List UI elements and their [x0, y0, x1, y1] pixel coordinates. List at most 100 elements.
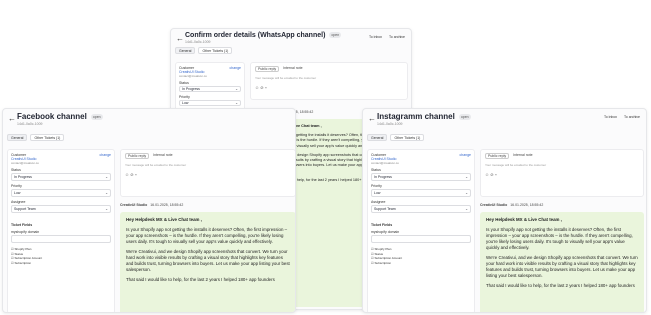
- message-paragraph: That said I would like to help, for the …: [126, 277, 275, 282]
- ticket-title: Facebook channel open: [17, 112, 103, 121]
- back-arrow-icon[interactable]: ←: [368, 114, 376, 123]
- chevron-down-icon: ⌄: [105, 175, 108, 179]
- ticket-sidebar: Customer change CreativUI Studio contact…: [367, 149, 475, 312]
- change-customer-link[interactable]: change: [230, 66, 241, 70]
- tab-internal-note[interactable]: Internal note: [513, 153, 532, 159]
- priority-select[interactable]: Low ⌄: [371, 189, 471, 197]
- message-meta: CreativUI Studio16.01.2025, 18:55:42: [120, 203, 184, 207]
- assignee-select[interactable]: Support Team⌄: [11, 205, 111, 213]
- status-badge: open: [458, 113, 471, 120]
- message-bubble: Hey Helpdesk MX & Live Chat team , Is yo…: [120, 212, 295, 312]
- message-paragraph: Is your Shopify app not getting the inst…: [126, 227, 288, 244]
- message-paragraph: That said I would like to help, for the …: [486, 283, 635, 288]
- paperclip-icon[interactable]: ⌁: [265, 85, 267, 90]
- to-inbox-button[interactable]: To inbox: [369, 35, 382, 39]
- shop-domain-input[interactable]: [371, 235, 471, 243]
- priority-select[interactable]: Low ⌄: [11, 189, 111, 197]
- message-paragraph: We're Creativui, and we design Shopify a…: [486, 255, 638, 278]
- chevron-down-icon: ⌄: [465, 207, 468, 211]
- chevron-down-icon: ⌄: [465, 175, 468, 179]
- checkbox-subscription[interactable]: ☑ Subscription: [371, 261, 471, 266]
- status-select[interactable]: In Progress ⌄: [179, 86, 241, 92]
- change-customer-link[interactable]: change: [100, 153, 111, 157]
- tab-public-reply[interactable]: Public reply: [125, 153, 150, 159]
- to-archive-button[interactable]: To archive: [624, 115, 640, 119]
- tab-other-tickets[interactable]: Other Tickets (1): [390, 134, 425, 141]
- ticket-id: 14d1-0a0c-1009: [17, 122, 43, 126]
- ticket-window-instagram: ← Instagramm channel open 14d1-0a0c-1009 …: [362, 108, 647, 313]
- priority-select[interactable]: Low ⌄: [179, 100, 241, 106]
- reply-box: Public reply Internal note Your message …: [250, 62, 408, 100]
- checkbox-subscription[interactable]: ☑ Subscription: [11, 261, 111, 266]
- ticket-tabs: General Other Tickets (1): [7, 134, 65, 141]
- chevron-down-icon: ⌄: [105, 191, 108, 195]
- ticket-title: Confirm order details (WhatsApp channel)…: [185, 32, 342, 39]
- ticket-tabs: General Other Tickets (1): [367, 134, 425, 141]
- assignee-label: Assignee: [11, 200, 26, 204]
- checklist: ☑ Shopify Plan ☑ Status ☑ Subscription A…: [11, 247, 111, 265]
- header-actions: To inbox To archive: [363, 35, 405, 39]
- reply-tools: ☺ ⊘ ⌁: [481, 168, 643, 181]
- status-badge: open: [90, 113, 103, 120]
- to-inbox-button[interactable]: To inbox: [604, 115, 617, 119]
- to-archive-button[interactable]: To archive: [389, 35, 405, 39]
- tab-internal-note[interactable]: Internal note: [283, 66, 302, 72]
- reply-tools: ☺ ⊘ ⌁: [121, 168, 295, 181]
- tab-general[interactable]: General: [175, 47, 196, 54]
- chevron-down-icon: ⌄: [105, 207, 108, 211]
- ticket-fields-heading: Ticket Fields: [11, 223, 33, 227]
- smile-icon[interactable]: ☺: [485, 172, 489, 177]
- change-customer-link[interactable]: change: [460, 153, 471, 157]
- link-icon[interactable]: ⊘: [490, 172, 493, 177]
- ticket-id: 14d1-0a0c-1009: [377, 122, 403, 126]
- tab-other-tickets[interactable]: Other Tickets (1): [198, 47, 233, 54]
- tab-public-reply[interactable]: Public reply: [255, 66, 280, 72]
- link-icon[interactable]: ⊘: [260, 85, 263, 90]
- message-greeting: Hey Helpdesk MX & Live Chat team ,: [126, 217, 202, 222]
- priority-label: Priority: [11, 184, 22, 188]
- status-select[interactable]: In Progress ⌄: [11, 173, 111, 181]
- chevron-down-icon: ⌄: [235, 87, 238, 91]
- message-bubble: Hey Helpdesk MX & Live Chat team , Is yo…: [480, 212, 644, 312]
- back-arrow-icon[interactable]: ←: [8, 114, 16, 123]
- customer-email: contact@creativui.co: [179, 74, 207, 78]
- tab-general[interactable]: General: [367, 134, 388, 141]
- status-badge: open: [329, 32, 342, 39]
- chevron-down-icon: ⌄: [235, 101, 238, 105]
- reply-box: Public reply Internal note Your message …: [120, 149, 295, 197]
- chevron-down-icon: ⌄: [465, 191, 468, 195]
- back-arrow-icon[interactable]: ←: [176, 34, 184, 43]
- message-paragraph: We're Creativui, and we design Shopify a…: [126, 249, 290, 272]
- message-meta: CreativUI Studio16.01.2025, 18:55:42: [480, 203, 544, 207]
- message-paragraph: Is your Shopify app not getting the inst…: [486, 227, 633, 250]
- tab-general[interactable]: General: [7, 134, 28, 141]
- customer-email: contact@creativui.co: [371, 161, 399, 165]
- tab-other-tickets[interactable]: Other Tickets (1): [30, 134, 65, 141]
- status-select[interactable]: In Progress ⌄: [371, 173, 471, 181]
- ticket-tabs: General Other Tickets (1): [175, 47, 233, 54]
- status-label: Status: [179, 81, 189, 85]
- status-label: Status: [11, 168, 21, 172]
- smile-icon[interactable]: ☺: [255, 85, 259, 90]
- priority-label: Priority: [179, 95, 190, 99]
- status-label: Status: [371, 168, 381, 172]
- message-greeting: Hey Helpdesk MX & Live Chat team ,: [486, 217, 562, 222]
- reply-tools: ☺ ⊘ ⌁: [251, 81, 407, 94]
- link-icon[interactable]: ⊘: [130, 172, 133, 177]
- reply-box: Public reply Internal note Your message …: [480, 149, 644, 197]
- ticket-id: 14d1-0a0c-1009: [185, 40, 211, 44]
- window-header: ← Instagramm channel open 14d1-0a0c-1009 …: [363, 109, 646, 131]
- assignee-select[interactable]: Support Team⌄: [371, 205, 471, 213]
- header-actions: To inbox To archive: [598, 115, 640, 119]
- checklist: ☑ Shopify Plan ☑ Status ☑ Subscription A…: [371, 247, 471, 265]
- ticket-window-facebook: ← Facebook channel open 14d1-0a0c-1009 Ge…: [2, 108, 296, 313]
- smile-icon[interactable]: ☺: [125, 172, 129, 177]
- shop-domain-label: myshopify domain: [11, 230, 40, 234]
- tab-public-reply[interactable]: Public reply: [485, 153, 510, 159]
- assignee-label: Assignee: [371, 200, 386, 204]
- paperclip-icon[interactable]: ⌁: [495, 172, 497, 177]
- window-header: ← Facebook channel open 14d1-0a0c-1009: [3, 109, 295, 131]
- tab-internal-note[interactable]: Internal note: [153, 153, 172, 159]
- shop-domain-input[interactable]: [11, 235, 111, 243]
- paperclip-icon[interactable]: ⌁: [135, 172, 137, 177]
